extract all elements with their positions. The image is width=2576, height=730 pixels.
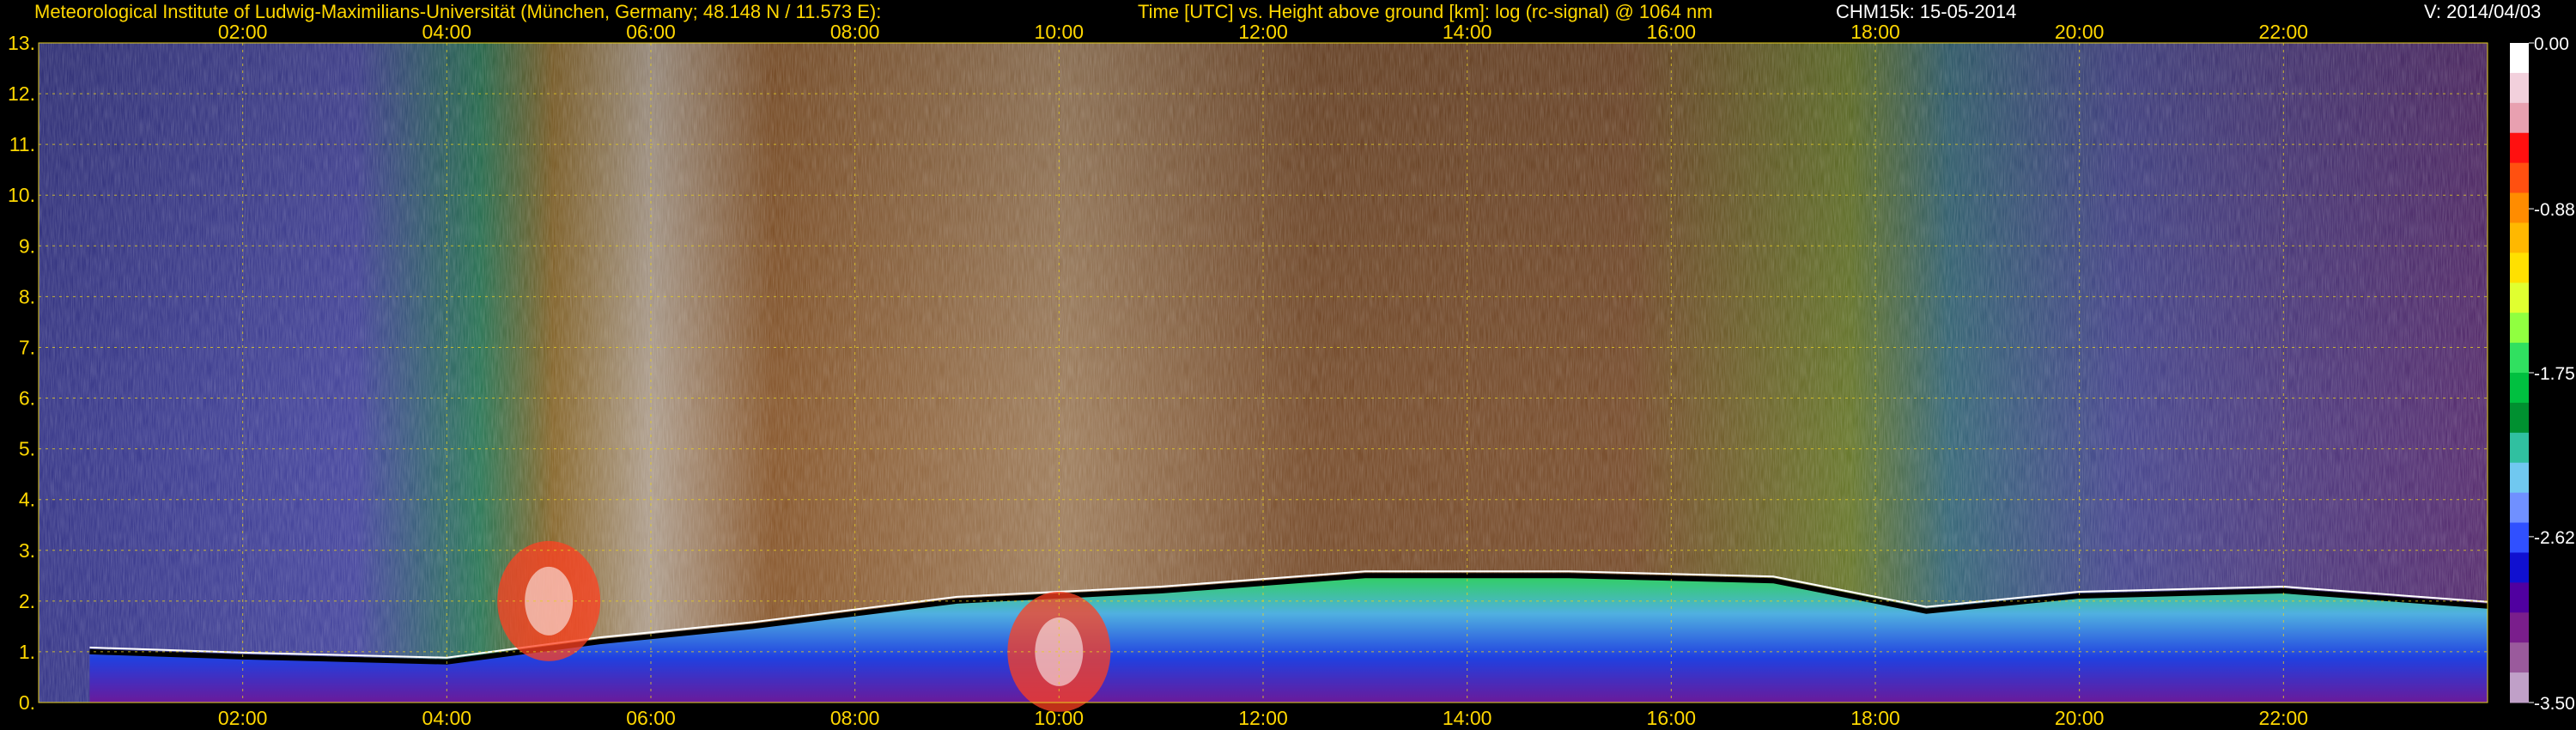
colorbar-tick: -2.62 [2534, 528, 2575, 548]
plot-area [39, 43, 2488, 712]
y-axis: 0. 1. 2. 3. 4. 5. 6. 7. 8. 9. 10. 11. 12. 13. [8, 32, 35, 714]
x-tick-top: 14:00 [1443, 21, 1492, 43]
colorbar-segment [2510, 373, 2529, 404]
y-tick: 0. [19, 691, 35, 714]
colorbar-segment [2510, 132, 2529, 164]
y-tick: 8. [19, 285, 35, 307]
y-tick: 7. [19, 336, 35, 358]
colorbar-tick: 0.00 [2534, 34, 2569, 54]
colorbar-segment [2510, 72, 2529, 104]
colorbar-segment [2510, 283, 2529, 313]
colorbar-segment [2510, 343, 2529, 374]
colorbar-tick: -3.50 [2534, 694, 2575, 714]
y-tick: 1. [19, 641, 35, 663]
x-tick-top: 12:00 [1238, 21, 1288, 43]
colorbar-tick: -1.75 [2534, 364, 2575, 384]
colorbar-tick: -0.88 [2534, 200, 2575, 220]
x-tick-bottom: 12:00 [1238, 707, 1288, 729]
x-tick-top: 10:00 [1035, 21, 1084, 43]
colorbar-segment [2510, 432, 2529, 464]
x-tick-top: 18:00 [1850, 21, 1900, 43]
x-tick-top: 16:00 [1647, 21, 1697, 43]
colorbar-segment [2510, 102, 2529, 134]
x-tick-bottom: 16:00 [1647, 707, 1697, 729]
colorbar-segment [2510, 612, 2529, 643]
colorbar-segment [2510, 222, 2529, 253]
colorbar-segment [2510, 582, 2529, 613]
colorbar-segment [2510, 252, 2529, 283]
x-tick-bottom: 22:00 [2259, 707, 2309, 729]
y-tick: 12. [8, 82, 35, 105]
x-tick-top: 02:00 [218, 21, 268, 43]
y-tick: 9. [19, 234, 35, 257]
y-tick: 3. [19, 539, 35, 562]
y-tick: 4. [19, 489, 35, 511]
colorbar-segment [2510, 162, 2529, 194]
x-tick-bottom: 10:00 [1035, 707, 1084, 729]
x-tick-bottom: 18:00 [1850, 707, 1900, 729]
colorbar-segment [2510, 642, 2529, 673]
y-tick: 6. [19, 387, 35, 410]
colorbar-segment [2510, 492, 2529, 524]
x-axis-bottom: 02:00 04:00 06:00 08:00 10:00 12:00 14:00 16:00… [218, 707, 2308, 729]
x-tick-bottom: 20:00 [2055, 707, 2105, 729]
x-tick-bottom: 14:00 [1443, 707, 1492, 729]
y-tick: 2. [19, 590, 35, 612]
x-tick-top: 04:00 [422, 21, 472, 43]
y-tick: 5. [19, 438, 35, 460]
x-tick-top: 08:00 [830, 21, 880, 43]
colorbar-segment [2510, 552, 2529, 583]
lidar-backscatter-chart: 02:00 04:00 06:00 08:00 10:00 12:00 14:00 16:00… [8, 21, 2575, 729]
x-tick-top: 22:00 [2259, 21, 2309, 43]
colorbar-segment [2510, 462, 2529, 494]
y-tick: 11. [9, 133, 35, 155]
x-tick-bottom: 02:00 [218, 707, 268, 729]
x-axis-top: 02:00 04:00 06:00 08:00 10:00 12:00 14:00 16:00… [218, 21, 2308, 43]
colorbar-segment [2510, 43, 2529, 74]
x-tick-top: 20:00 [2055, 21, 2105, 43]
colorbar: 0.00 -0.88 -1.75 -2.62 -3.50 [2510, 34, 2575, 714]
x-tick-bottom: 04:00 [422, 707, 472, 729]
colorbar-segment [2510, 522, 2529, 553]
y-tick: 13. [8, 32, 35, 54]
x-tick-bottom: 06:00 [626, 707, 676, 729]
colorbar-segment [2510, 313, 2529, 344]
x-tick-top: 06:00 [626, 21, 676, 43]
y-tick: 10. [8, 184, 35, 206]
colorbar-segment [2510, 402, 2529, 434]
colorbar-segment [2510, 672, 2529, 703]
colorbar-segment [2510, 192, 2529, 223]
x-tick-bottom: 08:00 [830, 707, 880, 729]
